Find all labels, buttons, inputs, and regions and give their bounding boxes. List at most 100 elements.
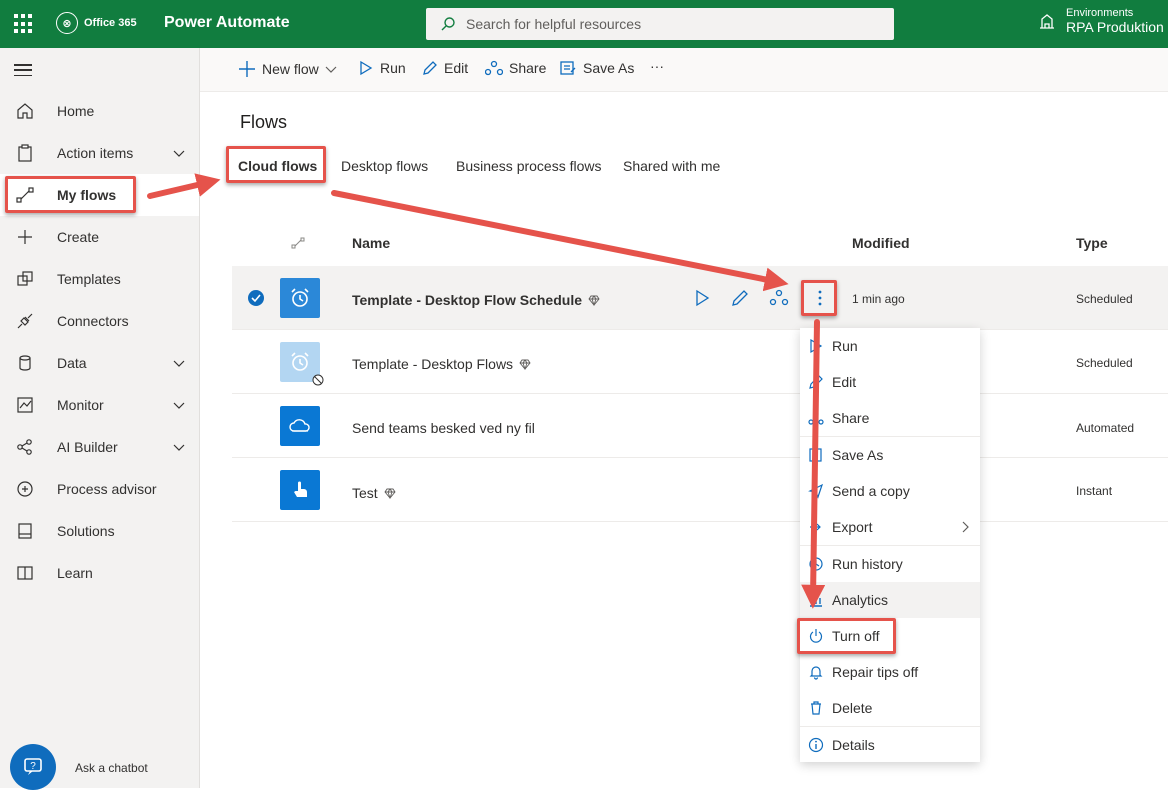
tab-shared-with-me[interactable]: Shared with me bbox=[623, 158, 720, 174]
home-icon bbox=[17, 103, 33, 119]
premium-diamond-icon bbox=[588, 295, 600, 306]
app-launcher-icon[interactable] bbox=[14, 14, 34, 34]
environment-picker[interactable]: Environments RPA Produktion bbox=[1038, 7, 1164, 35]
run-label: Run bbox=[380, 60, 406, 76]
type-value: Scheduled bbox=[1076, 292, 1133, 306]
tab-desktop-flows[interactable]: Desktop flows bbox=[341, 158, 428, 174]
environment-value: RPA Produktion bbox=[1066, 19, 1164, 35]
chevron-down-icon[interactable] bbox=[172, 356, 186, 370]
nav-label: Process advisor bbox=[57, 481, 157, 497]
history-icon bbox=[809, 557, 823, 571]
chatbot-label[interactable]: Ask a chatbot bbox=[75, 761, 148, 775]
menu-item-share[interactable]: Share bbox=[800, 400, 980, 436]
menu-item-repair-tips-off[interactable]: Repair tips off bbox=[800, 654, 980, 690]
nav-item-templates[interactable]: Templates bbox=[0, 258, 199, 300]
menu-item-send-a-copy[interactable]: Send a copy bbox=[800, 473, 980, 509]
search-box[interactable] bbox=[426, 8, 894, 40]
menu-item-edit[interactable]: Edit bbox=[800, 364, 980, 400]
left-nav: Home Action items My flows Create Templa… bbox=[0, 48, 200, 790]
share-flow-icon[interactable] bbox=[769, 288, 789, 308]
modified-value: 1 min ago bbox=[852, 292, 905, 306]
more-commands-button[interactable]: ··· bbox=[650, 58, 664, 74]
flow-name[interactable]: Send teams besked ved ny fil bbox=[352, 420, 535, 436]
page-title: Flows bbox=[240, 112, 288, 132]
chatbot-icon: ? bbox=[24, 758, 42, 775]
clipboard-icon bbox=[18, 144, 32, 162]
plug-icon bbox=[17, 313, 33, 329]
disabled-icon bbox=[312, 374, 324, 386]
share-button[interactable]: Share bbox=[485, 60, 546, 76]
nav-label: Action items bbox=[57, 145, 134, 161]
nav-item-action-items[interactable]: Action items bbox=[0, 132, 199, 174]
analytics-icon bbox=[810, 596, 822, 607]
edit-button[interactable]: Edit bbox=[422, 60, 468, 76]
highlight-my-flows bbox=[5, 176, 136, 213]
column-header-modified[interactable]: Modified bbox=[852, 235, 910, 251]
export-icon bbox=[810, 523, 821, 531]
chevron-down-icon[interactable] bbox=[172, 398, 186, 412]
nav-item-home[interactable]: Home bbox=[0, 90, 199, 132]
nav-label: Solutions bbox=[57, 523, 115, 539]
plus-icon bbox=[18, 230, 32, 244]
table-row[interactable]: Test Instant bbox=[232, 458, 1168, 522]
flow-name[interactable]: Template - Desktop Flows bbox=[352, 356, 531, 372]
table-row[interactable]: Send teams besked ved ny fil Automated bbox=[232, 394, 1168, 458]
office-365-logo[interactable]: ⊗ Office 365 bbox=[56, 12, 137, 34]
new-flow-label: New flow bbox=[262, 61, 319, 77]
menu-item-analytics[interactable]: Analytics bbox=[800, 582, 980, 618]
nav-item-data[interactable]: Data bbox=[0, 342, 199, 384]
nav-item-solutions[interactable]: Solutions bbox=[0, 510, 199, 552]
play-icon bbox=[360, 60, 373, 76]
tab-business-process-flows[interactable]: Business process flows bbox=[456, 158, 602, 174]
new-flow-button[interactable]: New flow bbox=[238, 60, 337, 78]
checkmark-icon[interactable] bbox=[247, 289, 265, 307]
nav-item-ai-builder[interactable]: AI Builder bbox=[0, 426, 199, 468]
type-value: Scheduled bbox=[1076, 356, 1133, 370]
nav-item-monitor[interactable]: Monitor bbox=[0, 384, 199, 426]
premium-diamond-icon bbox=[519, 359, 531, 370]
app-name[interactable]: Power Automate bbox=[164, 14, 290, 32]
column-header-type[interactable]: Type bbox=[1076, 235, 1108, 251]
menu-item-save-as[interactable]: Save As bbox=[800, 437, 980, 473]
process-icon bbox=[17, 481, 33, 497]
nav-item-create[interactable]: Create bbox=[0, 216, 199, 258]
menu-item-delete[interactable]: Delete bbox=[800, 690, 980, 726]
menu-item-run[interactable]: Run bbox=[800, 328, 980, 364]
nav-item-connectors[interactable]: Connectors bbox=[0, 300, 199, 342]
nav-label: Home bbox=[57, 103, 95, 119]
database-icon bbox=[19, 355, 31, 371]
share-label: Share bbox=[509, 60, 547, 76]
run-flow-icon[interactable] bbox=[692, 288, 712, 308]
flow-type-icon bbox=[291, 237, 305, 249]
flow-name[interactable]: Template - Desktop Flow Schedule bbox=[352, 292, 600, 308]
run-button[interactable]: Run bbox=[358, 60, 406, 76]
menu-item-run-history[interactable]: Run history bbox=[800, 546, 980, 582]
nav-label: AI Builder bbox=[57, 439, 118, 455]
column-header-name[interactable]: Name bbox=[352, 235, 390, 251]
chevron-down-icon[interactable] bbox=[172, 440, 186, 454]
menu-item-details[interactable]: Details bbox=[800, 727, 980, 763]
nav-label: Learn bbox=[57, 565, 93, 581]
nav-label: Create bbox=[57, 229, 100, 245]
chatbot-button[interactable]: ? bbox=[10, 744, 56, 790]
menu-item-export[interactable]: Export bbox=[800, 509, 980, 545]
suite-name: Office 365 bbox=[84, 17, 137, 29]
office-logo-icon: ⊗ bbox=[56, 12, 78, 34]
play-icon bbox=[810, 338, 823, 354]
flow-name[interactable]: Test bbox=[352, 485, 396, 501]
hamburger-menu-icon[interactable] bbox=[14, 64, 32, 76]
nav-item-process-advisor[interactable]: Process advisor bbox=[0, 468, 199, 510]
type-value: Automated bbox=[1076, 421, 1135, 435]
table-row[interactable]: Template - Desktop Flows Scheduled bbox=[232, 330, 1168, 394]
save-as-button[interactable]: Save As bbox=[560, 60, 634, 76]
edit-flow-icon[interactable] bbox=[730, 288, 750, 308]
table-row[interactable]: Template - Desktop Flow Schedule 1 min a… bbox=[232, 266, 1168, 330]
pencil-icon bbox=[423, 61, 437, 75]
search-input[interactable] bbox=[466, 16, 866, 32]
chevron-down-icon bbox=[325, 66, 337, 73]
chevron-down-icon[interactable] bbox=[172, 146, 186, 160]
nav-label: Data bbox=[57, 355, 87, 371]
nav-item-learn[interactable]: Learn bbox=[0, 552, 199, 594]
svg-text:?: ? bbox=[30, 761, 36, 772]
chevron-right-icon bbox=[962, 521, 969, 533]
